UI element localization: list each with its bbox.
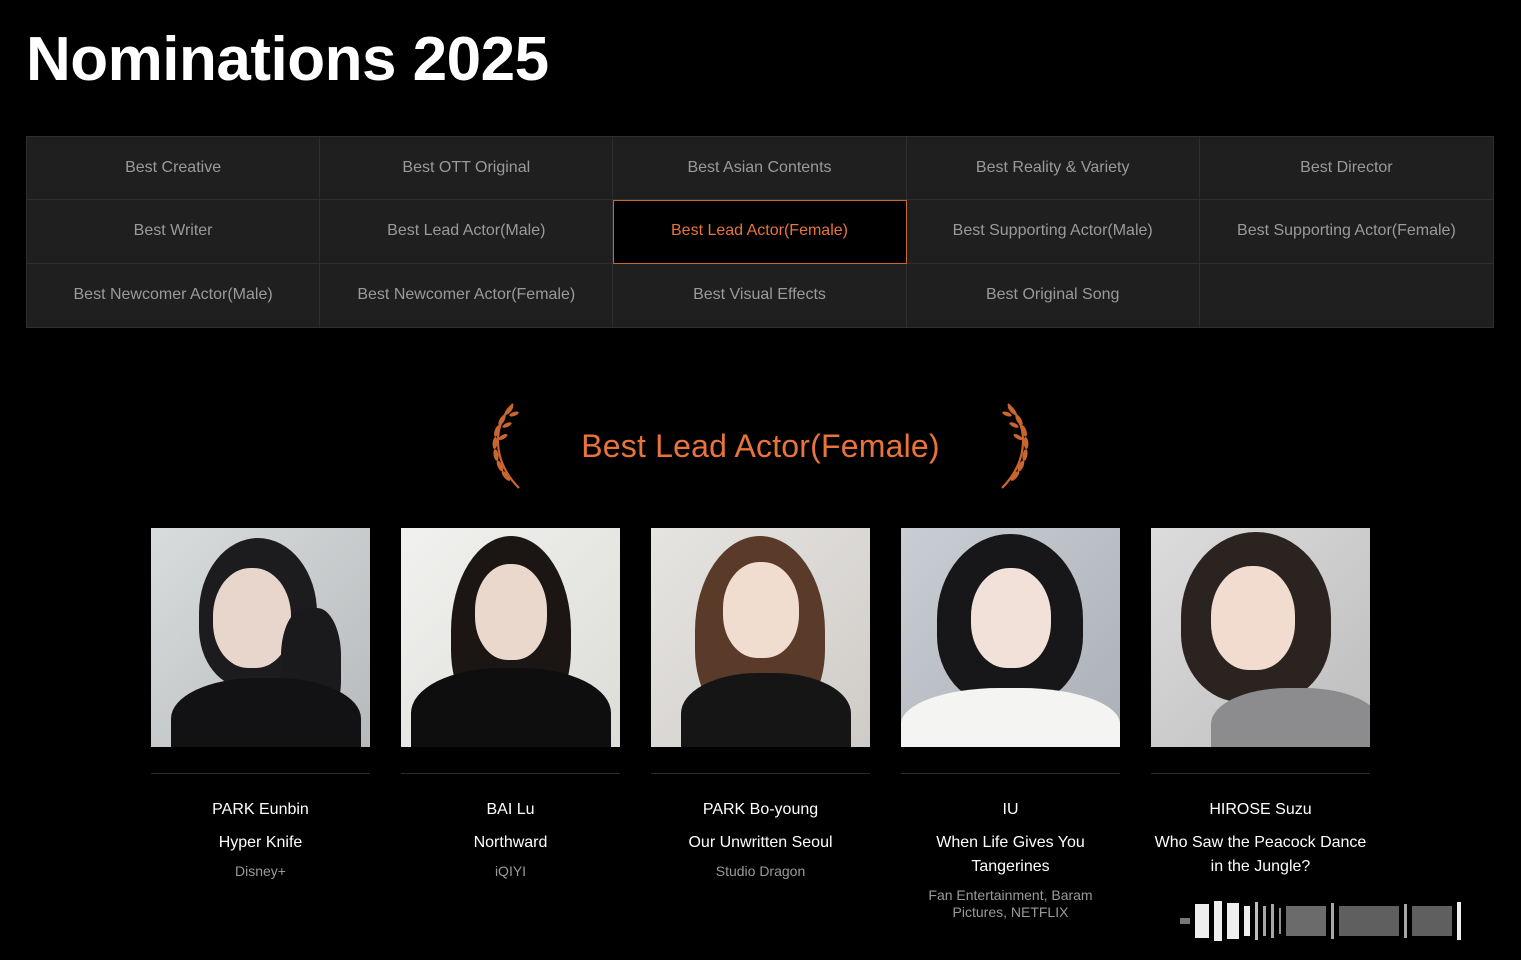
nominee-card[interactable]: HIROSE Suzu Who Saw the Peacock Dance in…	[1151, 528, 1370, 921]
tab-best-supporting-actor-male[interactable]: Best Supporting Actor(Male)	[906, 200, 1200, 264]
laurel-right-icon	[1000, 403, 1029, 489]
laurel-left-icon	[492, 403, 520, 489]
category-heading: Best Lead Actor(Female)	[0, 400, 1521, 492]
nominee-work: Northward	[473, 834, 548, 851]
nominee-photo	[401, 528, 620, 747]
category-title: Best Lead Actor(Female)	[581, 428, 940, 464]
nominee-work: Who Saw the Peacock Dance in the Jungle?	[1154, 834, 1367, 875]
tab-best-asian-contents[interactable]: Best Asian Contents	[613, 137, 907, 201]
nominee-photo	[151, 528, 370, 747]
nominee-photo	[901, 528, 1120, 747]
nominee-name: HIROSE Suzu	[1209, 801, 1312, 818]
divider	[651, 773, 870, 774]
nominee-company: Disney+	[235, 863, 286, 879]
nominee-company: Studio Dragon	[715, 863, 806, 879]
tab-best-writer[interactable]: Best Writer	[27, 200, 321, 264]
page-title: Nominations 2025	[26, 25, 549, 94]
nominee-name: BAI Lu	[486, 801, 535, 818]
divider	[901, 773, 1120, 774]
tab-best-reality-variety[interactable]: Best Reality & Variety	[906, 137, 1200, 201]
tab-best-newcomer-actor-male[interactable]: Best Newcomer Actor(Male)	[27, 263, 321, 327]
divider	[151, 773, 370, 774]
tab-best-lead-actor-female[interactable]: Best Lead Actor(Female)	[613, 200, 907, 264]
watermark-graphic	[1180, 898, 1510, 944]
nominee-card[interactable]: PARK Bo-young Our Unwritten Seoul Studio…	[651, 528, 870, 921]
nominee-company: Fan Entertainment, Baram Pictures, NETFL…	[928, 887, 1093, 920]
divider	[401, 773, 620, 774]
nominee-company: iQIYI	[494, 863, 527, 879]
nominee-name: PARK Eunbin	[212, 801, 309, 818]
nominee-name: IU	[1002, 801, 1019, 818]
tab-best-director[interactable]: Best Director	[1199, 137, 1493, 201]
nominee-photo	[1151, 528, 1370, 747]
nominee-name: PARK Bo-young	[702, 801, 819, 818]
tab-best-original-song[interactable]: Best Original Song	[906, 263, 1200, 327]
tab-best-lead-actor-male[interactable]: Best Lead Actor(Male)	[320, 200, 614, 264]
nominee-work: Hyper Knife	[218, 834, 303, 851]
nominee-card[interactable]: BAI Lu Northward iQIYI	[401, 528, 620, 921]
divider	[1151, 773, 1370, 774]
tab-empty	[1199, 263, 1493, 327]
nominations-page: Nominations 2025 Best Creative Best OTT …	[0, 0, 1521, 960]
nominee-photo	[651, 528, 870, 747]
tab-best-ott-original[interactable]: Best OTT Original	[320, 137, 614, 201]
nominee-list: PARK Eunbin Hyper Knife Disney+ BAI Lu N…	[151, 528, 1370, 921]
tab-best-visual-effects[interactable]: Best Visual Effects	[613, 263, 907, 327]
tab-best-newcomer-actor-female[interactable]: Best Newcomer Actor(Female)	[320, 263, 614, 327]
tab-best-supporting-actor-female[interactable]: Best Supporting Actor(Female)	[1199, 200, 1493, 264]
nominee-work: When Life Gives You Tangerines	[936, 834, 1085, 875]
tab-best-creative[interactable]: Best Creative	[27, 137, 321, 201]
nominee-work: Our Unwritten Seoul	[688, 834, 833, 851]
nominee-card[interactable]: PARK Eunbin Hyper Knife Disney+	[151, 528, 370, 921]
nominee-card[interactable]: IU When Life Gives You Tangerines Fan En…	[901, 528, 1120, 921]
category-tabs: Best Creative Best OTT Original Best Asi…	[26, 136, 1494, 328]
